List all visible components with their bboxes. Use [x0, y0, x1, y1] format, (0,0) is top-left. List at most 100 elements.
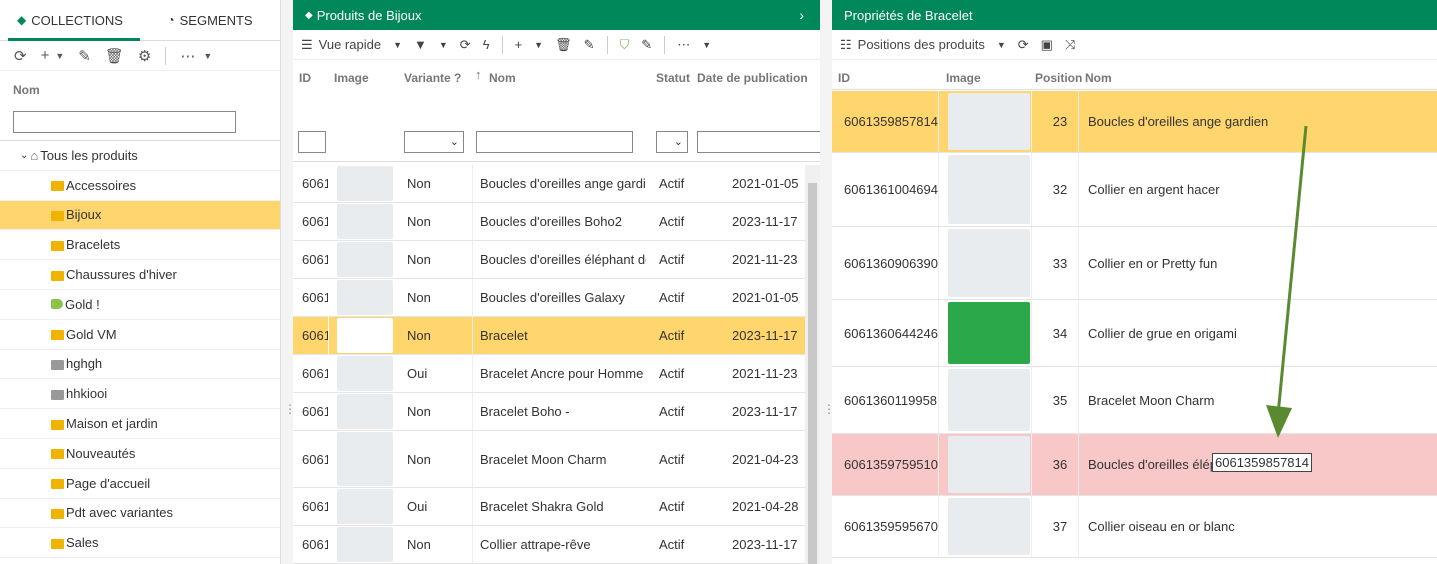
- tree-item[interactable]: Bracelets: [0, 230, 280, 261]
- cell-status: Actif: [659, 328, 685, 343]
- table-row[interactable]: 6061 Non Boucles d'oreilles Galaxy Actif 202…: [293, 279, 805, 317]
- tree-item[interactable]: Pdt avec variantes: [0, 499, 280, 529]
- toolbar-divider: [606, 35, 608, 54]
- table-row[interactable]: 6061 Non Boucles d'oreilles éléphant doré A…: [293, 241, 805, 279]
- edit-multiple-icon[interactable]: ✎: [584, 37, 595, 53]
- product-thumbnail: [337, 527, 393, 562]
- tree-item[interactable]: Page d'accueil: [0, 469, 280, 499]
- more-icon[interactable]: ⋯: [677, 37, 690, 53]
- tab-segments[interactable]: ◔ SEGMENTS: [140, 0, 280, 40]
- product-thumbnail: [337, 242, 393, 277]
- bolt-icon[interactable]: ϟ: [483, 37, 490, 52]
- products-scrollbar[interactable]: [805, 165, 820, 564]
- tree-item[interactable]: hghgh: [0, 350, 280, 380]
- table-row[interactable]: 6061 Oui Bracelet Shakra Gold Actif 2021-04-…: [293, 488, 805, 526]
- chevron-right-icon[interactable]: ›: [799, 7, 804, 23]
- cell-date: 2021-04-23: [732, 451, 799, 467]
- tree-item[interactable]: Nouveautés: [0, 439, 280, 469]
- col-status[interactable]: Statut: [656, 71, 690, 85]
- table-row[interactable]: 6061 Non Collier attrape-rêve Actif 2023-11-…: [293, 526, 805, 564]
- tree-item[interactable]: Chaussures d'hiver: [0, 260, 280, 290]
- tree-item[interactable]: Bijoux: [0, 200, 280, 231]
- tag-icon: ◆: [17, 13, 27, 27]
- cell-status: Actif: [659, 252, 685, 267]
- pie-chart-icon: ◔: [167, 13, 175, 27]
- col-image[interactable]: Image: [334, 71, 369, 85]
- col-id[interactable]: ID: [299, 71, 311, 85]
- col-date[interactable]: Date de publication: [697, 71, 808, 85]
- variant-filter-select[interactable]: ⌄: [404, 131, 464, 153]
- chevron-down-icon[interactable]: ▼: [702, 40, 711, 50]
- cell-variant: Non: [407, 290, 431, 305]
- cell-date: 2021-01-05: [732, 176, 799, 191]
- product-thumbnail: [337, 318, 393, 353]
- view-select[interactable]: Vue rapide: [319, 37, 381, 52]
- table-row[interactable]: 6061 Non Bracelet Actif 2023-11-17: [293, 317, 805, 355]
- col-variant[interactable]: Variante ?: [404, 71, 461, 85]
- tree-root[interactable]: ⌄ ⌂ Tous les produits: [0, 141, 280, 171]
- tree-item-label: hghgh: [66, 356, 103, 372]
- product-thumbnail: [337, 489, 393, 524]
- shopify-icon[interactable]: ⛉: [620, 37, 630, 53]
- cell-date: 2021-11-23: [732, 366, 798, 381]
- tree-item[interactable]: Gold VM: [0, 320, 280, 350]
- table-row[interactable]: 6061 Non Bracelet Boho - Actif 2023-11-17: [293, 393, 805, 431]
- splitter-right[interactable]: [820, 0, 835, 564]
- refresh-icon[interactable]: ⟳: [460, 37, 471, 53]
- chevron-down-icon[interactable]: ⌄: [20, 150, 28, 161]
- trash-icon[interactable]: 🗑: [105, 47, 124, 65]
- cell-date: 2021-04-28: [732, 499, 799, 514]
- table-row[interactable]: 6061 Non Boucles d'oreilles Boho2 Actif 2023…: [293, 203, 805, 241]
- panel-title: Produits de Bijoux: [316, 7, 422, 23]
- folder-icon: [51, 210, 64, 221]
- add-icon[interactable]: +: [515, 37, 523, 52]
- filter-icon[interactable]: ▼: [414, 37, 427, 52]
- trash-icon[interactable]: 🗑: [555, 37, 572, 53]
- column-header-name: Nom: [13, 83, 40, 97]
- tree-item-label: Gold !: [65, 296, 100, 312]
- id-filter-input[interactable]: [298, 131, 326, 153]
- cell-date: 2023-11-17: [732, 537, 798, 552]
- chevron-down-icon[interactable]: ▼: [534, 40, 543, 50]
- col-name[interactable]: Nom: [489, 71, 516, 85]
- tag-icon: [51, 299, 63, 310]
- more-icon[interactable]: ⋯: [180, 47, 195, 65]
- tree-item[interactable]: Accessoires: [0, 171, 280, 201]
- product-thumbnail: [337, 356, 393, 391]
- cell-status: Actif: [659, 404, 685, 419]
- table-row[interactable]: 6061 Non Boucles d'oreilles ange gardien Ac…: [293, 165, 805, 203]
- cell-variant: Non: [407, 537, 431, 552]
- tree-item-label: Sales: [66, 535, 99, 551]
- cell-status: Actif: [659, 451, 685, 467]
- cell-status: Actif: [659, 537, 685, 552]
- tree-item[interactable]: Gold !: [0, 290, 280, 320]
- chevron-down-icon[interactable]: ▼: [203, 51, 212, 61]
- tree-item-label: Chaussures d'hiver: [66, 267, 177, 283]
- left-toolbar: ⟳ + ▼ ✎ 🗑 ⚙ ⋯ ▼: [0, 41, 280, 71]
- cell-variant: Non: [407, 404, 431, 419]
- tree-item[interactable]: hhkiooi: [0, 379, 280, 410]
- table-row[interactable]: 6061 Oui Bracelet Ancre pour Homme m Actif 2…: [293, 355, 805, 393]
- status-filter-select[interactable]: ⌄: [656, 131, 688, 153]
- chevron-down-icon[interactable]: ▼: [55, 51, 64, 61]
- tree-item[interactable]: Maison et jardin: [0, 409, 280, 439]
- edit-icon[interactable]: ✎: [641, 37, 652, 53]
- name-filter-input[interactable]: [13, 111, 236, 133]
- edit-icon[interactable]: ✎: [78, 47, 91, 65]
- toolbar-divider: [165, 46, 167, 65]
- name-filter-input[interactable]: [476, 131, 633, 153]
- folder-icon: [51, 508, 64, 519]
- refresh-icon[interactable]: ⟳: [14, 47, 27, 65]
- chevron-down-icon[interactable]: ▼: [393, 40, 402, 50]
- folder-icon: [51, 389, 64, 400]
- table-row[interactable]: 6061 Non Bracelet Moon Charm Actif 2021-04-2…: [293, 431, 805, 488]
- date-filter-input[interactable]: [697, 131, 820, 153]
- add-icon[interactable]: +: [41, 47, 50, 64]
- chevron-down-icon[interactable]: ▼: [439, 40, 448, 50]
- tree-item[interactable]: Sales: [0, 528, 280, 559]
- tab-collections[interactable]: ◆ COLLECTIONS: [0, 0, 140, 41]
- cell-name: Boucles d'oreilles Boho2: [472, 203, 646, 240]
- splitter-left[interactable]: [281, 0, 296, 564]
- cell-date: 2023-11-17: [732, 328, 798, 343]
- settings-icon[interactable]: ⚙: [138, 47, 151, 65]
